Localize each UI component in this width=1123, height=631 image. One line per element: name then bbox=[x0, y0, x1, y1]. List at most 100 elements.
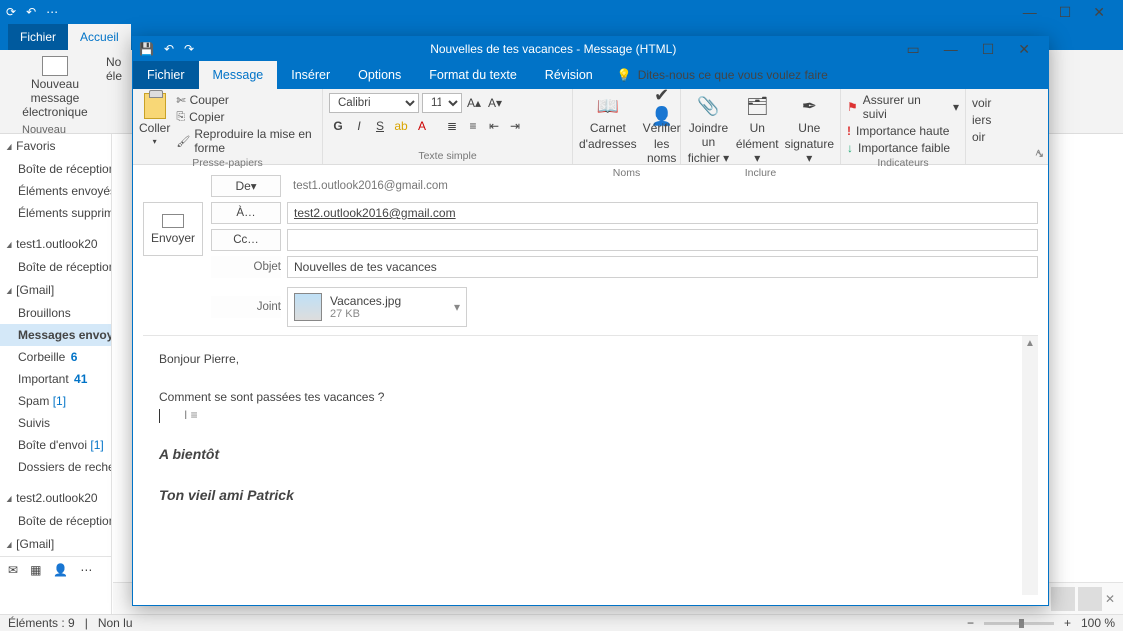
status-unread: Non lu bbox=[98, 616, 133, 630]
cc-field[interactable] bbox=[287, 229, 1038, 251]
tab-options[interactable]: Options bbox=[344, 61, 415, 89]
nav-outbox[interactable]: Boîte d'envoi [1] bbox=[0, 434, 111, 456]
font-name-select[interactable]: Calibri bbox=[329, 93, 419, 113]
nav-gmail2[interactable]: [Gmail] bbox=[0, 532, 111, 556]
cut-button[interactable]: ✄ Couper bbox=[176, 93, 316, 107]
nav-sent[interactable]: Éléments envoyés bbox=[0, 180, 111, 202]
check-names-button[interactable]: ✔👤 Vérifierles noms bbox=[643, 93, 681, 165]
bg-close-icon[interactable]: ✕ bbox=[1093, 4, 1105, 21]
people-close-icon[interactable]: ✕ bbox=[1105, 592, 1115, 606]
attachment-item[interactable]: Vacances.jpg 27 KB ▾ bbox=[287, 287, 467, 327]
tab-message[interactable]: Message bbox=[199, 61, 278, 89]
check-names-icon: ✔👤 bbox=[648, 93, 676, 119]
indent-icon[interactable]: ⇥ bbox=[506, 117, 524, 135]
message-header-fields: Envoyer De ▾ test1.outlook2016@gmail.com… bbox=[133, 165, 1048, 327]
people-icon[interactable]: 👤 bbox=[53, 563, 68, 577]
low-importance-button[interactable]: ↓Importance faible bbox=[847, 141, 959, 155]
calendar-icon[interactable]: ▦ bbox=[30, 563, 41, 577]
numbering-icon[interactable]: ≡ bbox=[464, 117, 482, 135]
attachment-dropdown-icon[interactable]: ▾ bbox=[454, 300, 460, 314]
nav-account2[interactable]: test2.outlook20 bbox=[0, 486, 111, 510]
to-button[interactable]: À… bbox=[211, 202, 281, 224]
nav-favorites[interactable]: Favoris bbox=[0, 134, 111, 158]
close-icon[interactable]: ✕ bbox=[1018, 41, 1030, 58]
high-importance-button[interactable]: !Importance haute bbox=[847, 124, 959, 138]
nav-drafts[interactable]: Brouillons bbox=[0, 302, 111, 324]
format-painter-button[interactable]: 🖌 Reproduire la mise en forme bbox=[176, 127, 316, 155]
address-book-button[interactable]: 📖 Carnetd'adresses bbox=[579, 93, 637, 151]
bg-maximize-icon[interactable]: ☐ bbox=[1059, 4, 1072, 21]
nav-inbox3[interactable]: Boîte de réception bbox=[0, 510, 111, 532]
grow-font-icon[interactable]: A▴ bbox=[465, 94, 483, 112]
scroll-up-icon[interactable]: ▲ bbox=[1022, 336, 1038, 351]
group-names: 📖 Carnetd'adresses ✔👤 Vérifierles noms N… bbox=[573, 89, 681, 164]
attach-file-button[interactable]: 📎 Joindre unfichier ▾ bbox=[687, 93, 730, 165]
bg-tab-home[interactable]: Accueil bbox=[68, 24, 131, 50]
more-nav-icon[interactable]: ⋯ bbox=[80, 563, 92, 577]
nav-deleted[interactable]: Éléments supprimé bbox=[0, 202, 111, 224]
to-field[interactable] bbox=[287, 202, 1038, 224]
ribbon-options-icon[interactable]: ▭ bbox=[906, 41, 919, 58]
group-label-tags: Indicateurs bbox=[847, 155, 959, 169]
new-email-button[interactable]: Nouveau message électronique bbox=[10, 56, 100, 119]
zoom-plus-icon[interactable]: + bbox=[1064, 616, 1071, 630]
italic-button[interactable]: I bbox=[350, 117, 368, 135]
undo-icon[interactable]: ↶ bbox=[164, 42, 174, 56]
tab-review[interactable]: Révision bbox=[531, 61, 607, 89]
zoom-slider[interactable] bbox=[984, 622, 1054, 625]
signature-button[interactable]: ✒ Unesignature ▾ bbox=[785, 93, 834, 165]
zoom-minus-icon[interactable]: − bbox=[967, 616, 974, 630]
nav-inbox2[interactable]: Boîte de réception bbox=[0, 256, 111, 278]
undo-icon[interactable]: ↶ bbox=[26, 5, 36, 19]
exclamation-icon: ! bbox=[847, 124, 851, 138]
redo-icon[interactable]: ↷ bbox=[184, 42, 194, 56]
attach-item-button[interactable]: 🗂 Unélément ▾ bbox=[736, 93, 779, 165]
send-receive-icon[interactable]: ⟳ bbox=[6, 5, 16, 19]
follow-up-button[interactable]: ⚑Assurer un suivi ▾ bbox=[847, 93, 959, 121]
bg-tab-file[interactable]: Fichier bbox=[8, 24, 68, 50]
more-icon[interactable]: ⋯ bbox=[46, 5, 58, 19]
nav-gmail[interactable]: [Gmail] bbox=[0, 278, 111, 302]
maximize-icon[interactable]: ☐ bbox=[982, 41, 995, 58]
tab-file[interactable]: Fichier bbox=[133, 61, 199, 89]
nav-trash[interactable]: Corbeille 6 bbox=[0, 346, 111, 368]
subject-field[interactable] bbox=[287, 256, 1038, 278]
nav-important[interactable]: Important 41 bbox=[0, 368, 111, 390]
attach-label: Joint bbox=[211, 296, 281, 318]
send-button[interactable]: Envoyer bbox=[143, 202, 203, 256]
outdent-icon[interactable]: ⇤ bbox=[485, 117, 503, 135]
tab-format[interactable]: Format du texte bbox=[415, 61, 531, 89]
tags-launcher-icon[interactable]: ↘ bbox=[1036, 149, 1044, 160]
copy-button[interactable]: ⎘ Copier bbox=[176, 110, 316, 124]
mini-toolbar-icon[interactable]: I ≡ bbox=[184, 406, 198, 424]
font-size-select[interactable]: 11 bbox=[422, 93, 462, 113]
nav-follow[interactable]: Suivis bbox=[0, 412, 111, 434]
font-color-icon[interactable]: A bbox=[413, 117, 431, 135]
signature-line1: A bientôt bbox=[159, 444, 1022, 465]
tellme-search[interactable]: 💡 Dites-nous ce que vous voulez faire bbox=[607, 61, 838, 89]
cc-button[interactable]: Cc… bbox=[211, 229, 281, 251]
shrink-font-icon[interactable]: A▾ bbox=[486, 94, 504, 112]
paste-button[interactable]: Coller ▾ bbox=[139, 93, 170, 146]
attachment-name: Vacances.jpg bbox=[330, 294, 401, 308]
nav-searchfolders[interactable]: Dossiers de recher bbox=[0, 456, 111, 478]
bg-minimize-icon[interactable]: — bbox=[1023, 4, 1037, 21]
status-bar: Éléments : 9 | Non lu − + 100 % bbox=[0, 614, 1123, 631]
underline-button[interactable]: S bbox=[371, 117, 389, 135]
mail-icon[interactable]: ✉ bbox=[8, 563, 18, 577]
attach-item-icon: 🗂 bbox=[743, 93, 771, 119]
bullets-icon[interactable]: ≣ bbox=[443, 117, 461, 135]
compose-titlebar[interactable]: 💾 ↶ ↷ Nouvelles de tes vacances - Messag… bbox=[133, 37, 1048, 61]
bold-button[interactable]: G bbox=[329, 117, 347, 135]
body-scrollbar[interactable]: ▲ bbox=[1022, 336, 1038, 595]
tab-insert[interactable]: Insérer bbox=[277, 61, 344, 89]
nav-spam[interactable]: Spam [1] bbox=[0, 390, 111, 412]
nav-inbox[interactable]: Boîte de réception bbox=[0, 158, 111, 180]
nav-sent-messages[interactable]: Messages envoy bbox=[0, 324, 111, 346]
message-body[interactable]: Bonjour Pierre, Comment se sont passées … bbox=[143, 335, 1038, 595]
nav-account1[interactable]: test1.outlook20 bbox=[0, 232, 111, 256]
minimize-icon[interactable]: — bbox=[944, 41, 958, 58]
highlight-icon[interactable]: ab bbox=[392, 117, 410, 135]
save-icon[interactable]: 💾 bbox=[139, 42, 154, 56]
from-button[interactable]: De ▾ bbox=[211, 175, 281, 197]
